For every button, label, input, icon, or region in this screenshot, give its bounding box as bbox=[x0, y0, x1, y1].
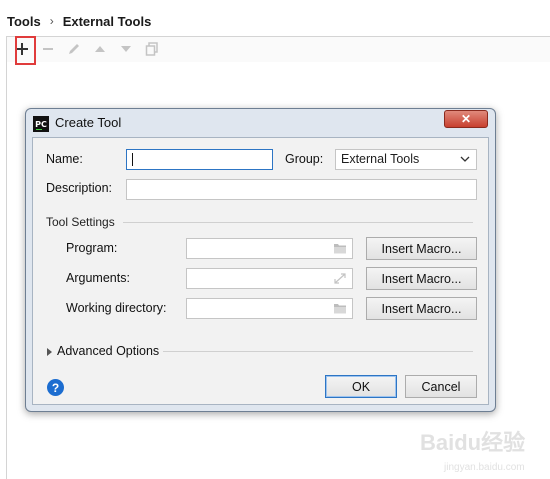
advanced-options-divider bbox=[163, 351, 473, 352]
breadcrumb: Tools › External Tools bbox=[7, 11, 151, 31]
create-tool-dialog: PC Create Tool ✕ Name: Group: External T… bbox=[25, 108, 496, 412]
baidu-watermark: Baidu经验 jingyan.baidu.com bbox=[418, 424, 546, 476]
edit-icon bbox=[69, 44, 79, 54]
move-down-icon bbox=[121, 46, 131, 52]
program-insert-macro-button[interactable]: Insert Macro... bbox=[366, 237, 477, 260]
name-label: Name: bbox=[46, 152, 83, 166]
copy-icon bbox=[145, 42, 158, 56]
description-input[interactable] bbox=[126, 179, 477, 200]
arguments-insert-macro-button[interactable]: Insert Macro... bbox=[366, 267, 477, 290]
close-button[interactable]: ✕ bbox=[444, 110, 488, 128]
toolbar bbox=[6, 36, 550, 64]
edit-button[interactable] bbox=[64, 39, 84, 59]
remove-button[interactable] bbox=[38, 39, 58, 59]
close-icon: ✕ bbox=[460, 112, 472, 126]
group-select-value: External Tools bbox=[341, 152, 420, 166]
advanced-options-toggle[interactable]: Advanced Options bbox=[57, 344, 159, 358]
pycharm-app-icon: PC bbox=[33, 116, 49, 132]
working-directory-label: Working directory: bbox=[66, 301, 167, 315]
dialog-titlebar[interactable]: PC Create Tool ✕ bbox=[26, 109, 495, 137]
copy-button[interactable] bbox=[142, 39, 162, 59]
ok-button[interactable]: OK bbox=[325, 375, 397, 398]
watermark-text: Baidu经验 bbox=[420, 430, 525, 455]
cancel-button[interactable]: Cancel bbox=[405, 375, 477, 398]
folder-icon[interactable] bbox=[333, 242, 347, 255]
program-input[interactable] bbox=[186, 238, 353, 259]
text-caret bbox=[132, 153, 133, 166]
working-directory-insert-macro-button[interactable]: Insert Macro... bbox=[366, 297, 477, 320]
dialog-body: Name: Group: External Tools Description:… bbox=[32, 137, 489, 405]
breadcrumb-root[interactable]: Tools bbox=[7, 14, 41, 29]
tool-settings-heading: Tool Settings bbox=[46, 215, 115, 229]
breadcrumb-separator: › bbox=[49, 14, 54, 28]
arguments-label: Arguments: bbox=[66, 271, 130, 285]
tool-settings-divider bbox=[123, 222, 473, 223]
move-up-icon bbox=[95, 46, 105, 52]
folder-icon[interactable] bbox=[333, 302, 347, 315]
add-button-highlight bbox=[15, 36, 36, 65]
move-down-button[interactable] bbox=[116, 39, 136, 59]
watermark-subtext: jingyan.baidu.com bbox=[443, 462, 525, 473]
program-label: Program: bbox=[66, 241, 118, 255]
description-label: Description: bbox=[46, 181, 112, 195]
help-icon[interactable]: ? bbox=[47, 379, 64, 396]
working-directory-input[interactable] bbox=[186, 298, 353, 319]
group-label: Group: bbox=[285, 152, 324, 166]
name-input[interactable] bbox=[126, 149, 273, 170]
remove-icon bbox=[43, 48, 53, 50]
dialog-title: Create Tool bbox=[55, 115, 122, 130]
chevron-right-icon[interactable] bbox=[47, 348, 52, 356]
chevron-down-icon bbox=[460, 150, 470, 176]
move-up-button[interactable] bbox=[90, 39, 110, 59]
breadcrumb-current: External Tools bbox=[62, 13, 152, 29]
arguments-input[interactable] bbox=[186, 268, 353, 289]
group-select[interactable]: External Tools bbox=[335, 149, 477, 170]
expand-icon[interactable] bbox=[333, 272, 347, 285]
